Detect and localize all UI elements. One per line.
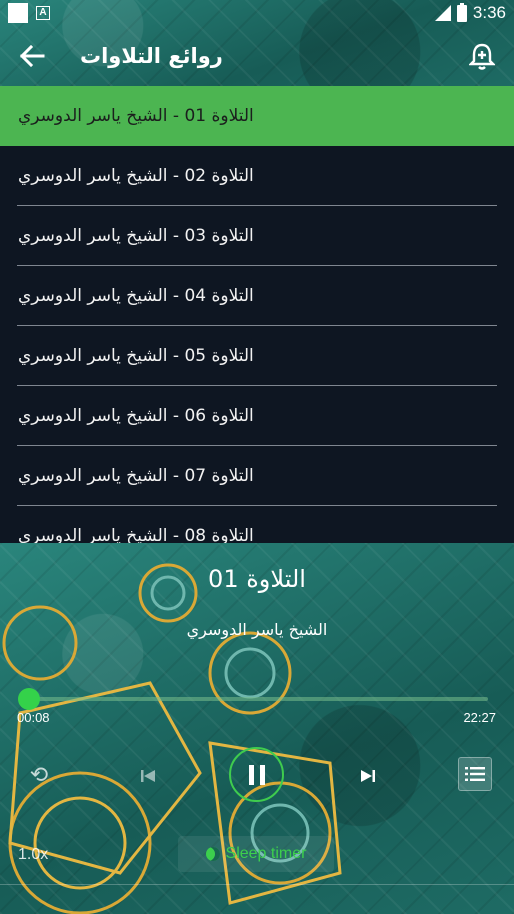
status-bar: A 3:36 (0, 0, 514, 26)
repeat-button[interactable]: ⟲ (24, 760, 54, 790)
skip-next-icon (361, 770, 375, 782)
track-item[interactable]: التلاوة 05 - الشيخ ياسر الدوسري (0, 326, 514, 386)
now-playing-artist: الشيخ ياسر الدوسري (186, 620, 328, 639)
sleep-timer-label: Sleep timer (225, 845, 307, 862)
battery-charging-icon (456, 2, 467, 22)
repeat-icon: ⟲ (29, 762, 49, 788)
speed-button[interactable]: 1.0x (18, 840, 48, 870)
previous-button[interactable] (134, 762, 162, 790)
moon-icon (205, 847, 220, 861)
next-button[interactable] (354, 762, 382, 790)
square-notification-icon (8, 3, 28, 23)
app-toolbar: A 3:36 روائع التلاوات (0, 0, 514, 86)
signal-icon (434, 5, 451, 21)
page-title: روائع التلاوات (80, 44, 223, 68)
play-pause-button[interactable] (229, 747, 284, 802)
track-item[interactable]: التلاوة 04 - الشيخ ياسر الدوسري (0, 266, 514, 326)
track-label: التلاوة 04 - الشيخ ياسر الدوسري (18, 286, 254, 306)
playlist-button[interactable] (458, 757, 492, 791)
track-label: التلاوة 07 - الشيخ ياسر الدوسري (18, 466, 254, 486)
track-item[interactable]: التلاوة 03 - الشيخ ياسر الدوسري (0, 206, 514, 266)
track-item[interactable]: التلاوة 02 - الشيخ ياسر الدوسري (0, 146, 514, 206)
now-playing-title: التلاوة 01 (208, 565, 306, 593)
alarm-add-button[interactable] (464, 38, 500, 74)
track-label: التلاوة 03 - الشيخ ياسر الدوسري (18, 226, 254, 246)
arrow-back-icon (19, 45, 45, 67)
back-button[interactable] (14, 38, 50, 74)
pause-icon (248, 764, 265, 785)
seek-thumb[interactable] (18, 688, 40, 710)
list-icon (465, 767, 485, 781)
seek-bar[interactable] (22, 697, 488, 701)
track-label: التلاوة 01 - الشيخ ياسر الدوسري (18, 106, 254, 126)
track-label: التلاوة 05 - الشيخ ياسر الدوسري (18, 346, 254, 366)
a-notification-icon: A (36, 6, 50, 20)
track-item[interactable]: التلاوة 08 - الشيخ ياسر الدوسري (0, 506, 514, 544)
total-time: 22:27 (463, 710, 496, 725)
skip-previous-icon (141, 770, 155, 782)
track-item[interactable]: التلاوة 01 - الشيخ ياسر الدوسري (0, 86, 514, 146)
track-label: التلاوة 02 - الشيخ ياسر الدوسري (18, 166, 254, 186)
track-label: التلاوة 06 - الشيخ ياسر الدوسري (18, 406, 254, 426)
track-item[interactable]: التلاوة 06 - الشيخ ياسر الدوسري (0, 386, 514, 446)
status-time: 3:36 (472, 3, 506, 22)
track-list: التلاوة 01 - الشيخ ياسر الدوسري التلاوة … (0, 86, 514, 544)
track-item[interactable]: التلاوة 07 - الشيخ ياسر الدوسري (0, 446, 514, 506)
sleep-timer-button[interactable]: Sleep timer (178, 836, 334, 872)
current-time: 00:08 (17, 710, 50, 725)
divider (0, 884, 514, 885)
track-label: التلاوة 08 - الشيخ ياسر الدوسري (18, 526, 254, 544)
alarm-add-icon (469, 43, 495, 70)
